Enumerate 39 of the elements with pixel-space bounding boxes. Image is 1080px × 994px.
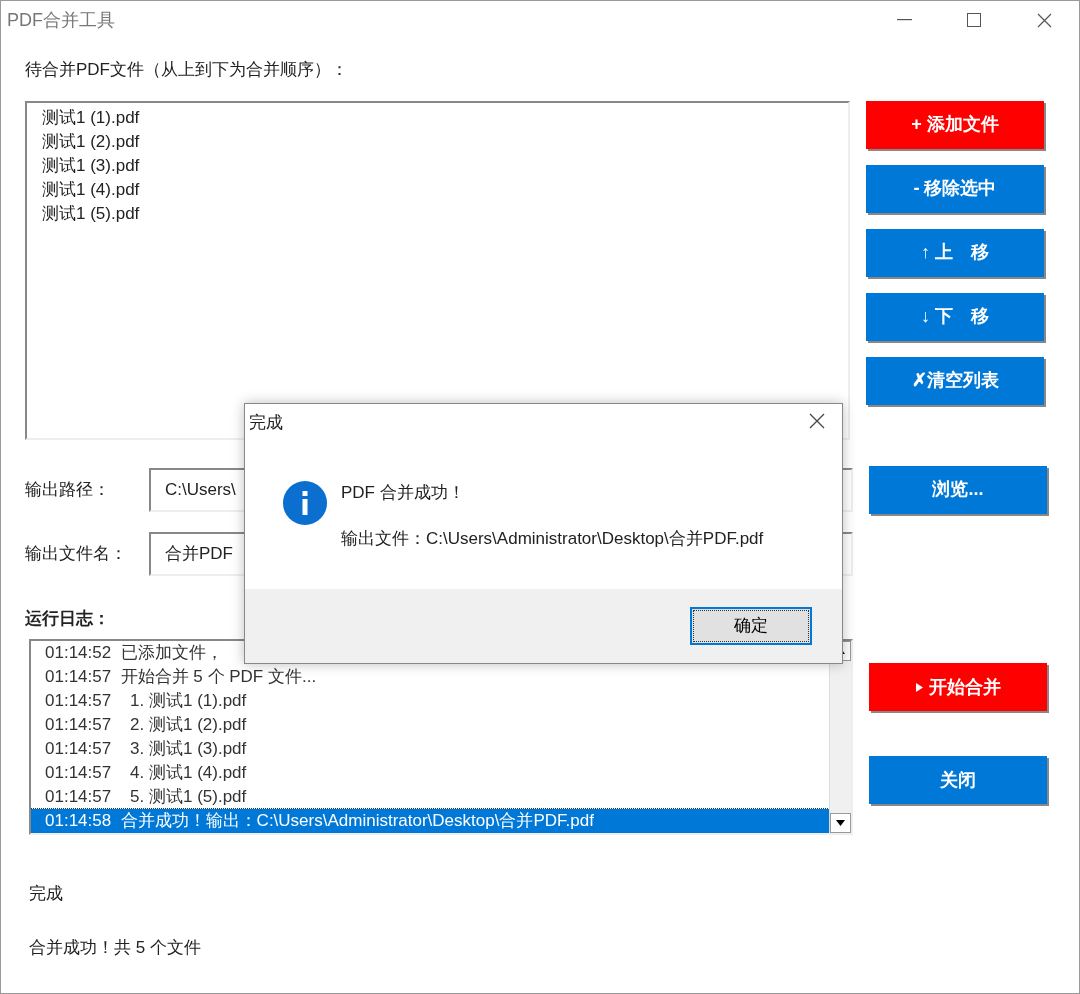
- toolbar-button[interactable]: - 移除选中: [866, 164, 1044, 213]
- file-list-item[interactable]: 测试1 (4).pdf: [42, 177, 833, 202]
- close-app-button[interactable]: 关闭: [869, 756, 1047, 804]
- log-line[interactable]: 01:14:57 开始合并 5 个 PDF 文件...: [31, 665, 829, 689]
- status-text: 合并成功！共 5 个文件: [29, 936, 201, 959]
- log-line[interactable]: 01:14:57 4. 测试1 (4).pdf: [31, 761, 829, 785]
- down-arrow-icon: [836, 820, 845, 826]
- dialog-detail: 输出文件：C:\Users\Administrator\Desktop\合并PDF.pdf: [341, 528, 764, 550]
- close-icon: [1036, 12, 1052, 28]
- section-label: 运行日志：: [25, 607, 110, 630]
- dialog-message: PDF 合并成功！: [341, 481, 466, 504]
- ok-button[interactable]: 确定: [690, 607, 812, 645]
- toolbar-button[interactable]: ↓ 下 移: [866, 292, 1044, 341]
- file-list-item[interactable]: 测试1 (2).pdf: [42, 129, 833, 154]
- play-icon: [915, 682, 923, 692]
- scrollbar[interactable]: [829, 641, 851, 833]
- toolbar-button[interactable]: + 添加文件: [866, 100, 1044, 149]
- field-label: 输出路径：: [25, 478, 111, 501]
- log-line[interactable]: 01:14:57 2. 测试1 (2).pdf: [31, 713, 829, 737]
- browse-button[interactable]: 浏览...: [869, 465, 1047, 514]
- log-line[interactable]: 01:14:57 5. 测试1 (5).pdf: [31, 785, 829, 809]
- close-icon: [809, 413, 825, 429]
- log-line[interactable]: 01:14:57 1. 测试1 (1).pdf: [31, 689, 829, 713]
- minimize-icon: [896, 19, 912, 21]
- file-list-item[interactable]: 测试1 (3).pdf: [42, 153, 833, 178]
- start-merge-button[interactable]: 开始合并: [869, 663, 1047, 711]
- log-list[interactable]: [29, 639, 853, 835]
- window-title: PDF合并工具: [6, 8, 116, 32]
- info-icon: [282, 479, 328, 526]
- maximize-icon: [966, 12, 982, 28]
- section-label: 待合并PDF文件（从上到下为合并顺序）：: [25, 59, 348, 81]
- status-text: 完成: [29, 883, 63, 905]
- file-list-item[interactable]: 测试1 (5).pdf: [42, 201, 833, 226]
- field-label: 输出文件名：: [25, 542, 128, 565]
- toolbar-button[interactable]: ✗清空列表: [866, 356, 1044, 405]
- toolbar-button[interactable]: ↑ 上 移: [866, 228, 1044, 277]
- dialog-title: 完成: [248, 412, 284, 434]
- file-list-item[interactable]: 测试1 (1).pdf: [42, 105, 833, 130]
- log-line[interactable]: 01:14:57 3. 测试1 (3).pdf: [31, 737, 829, 761]
